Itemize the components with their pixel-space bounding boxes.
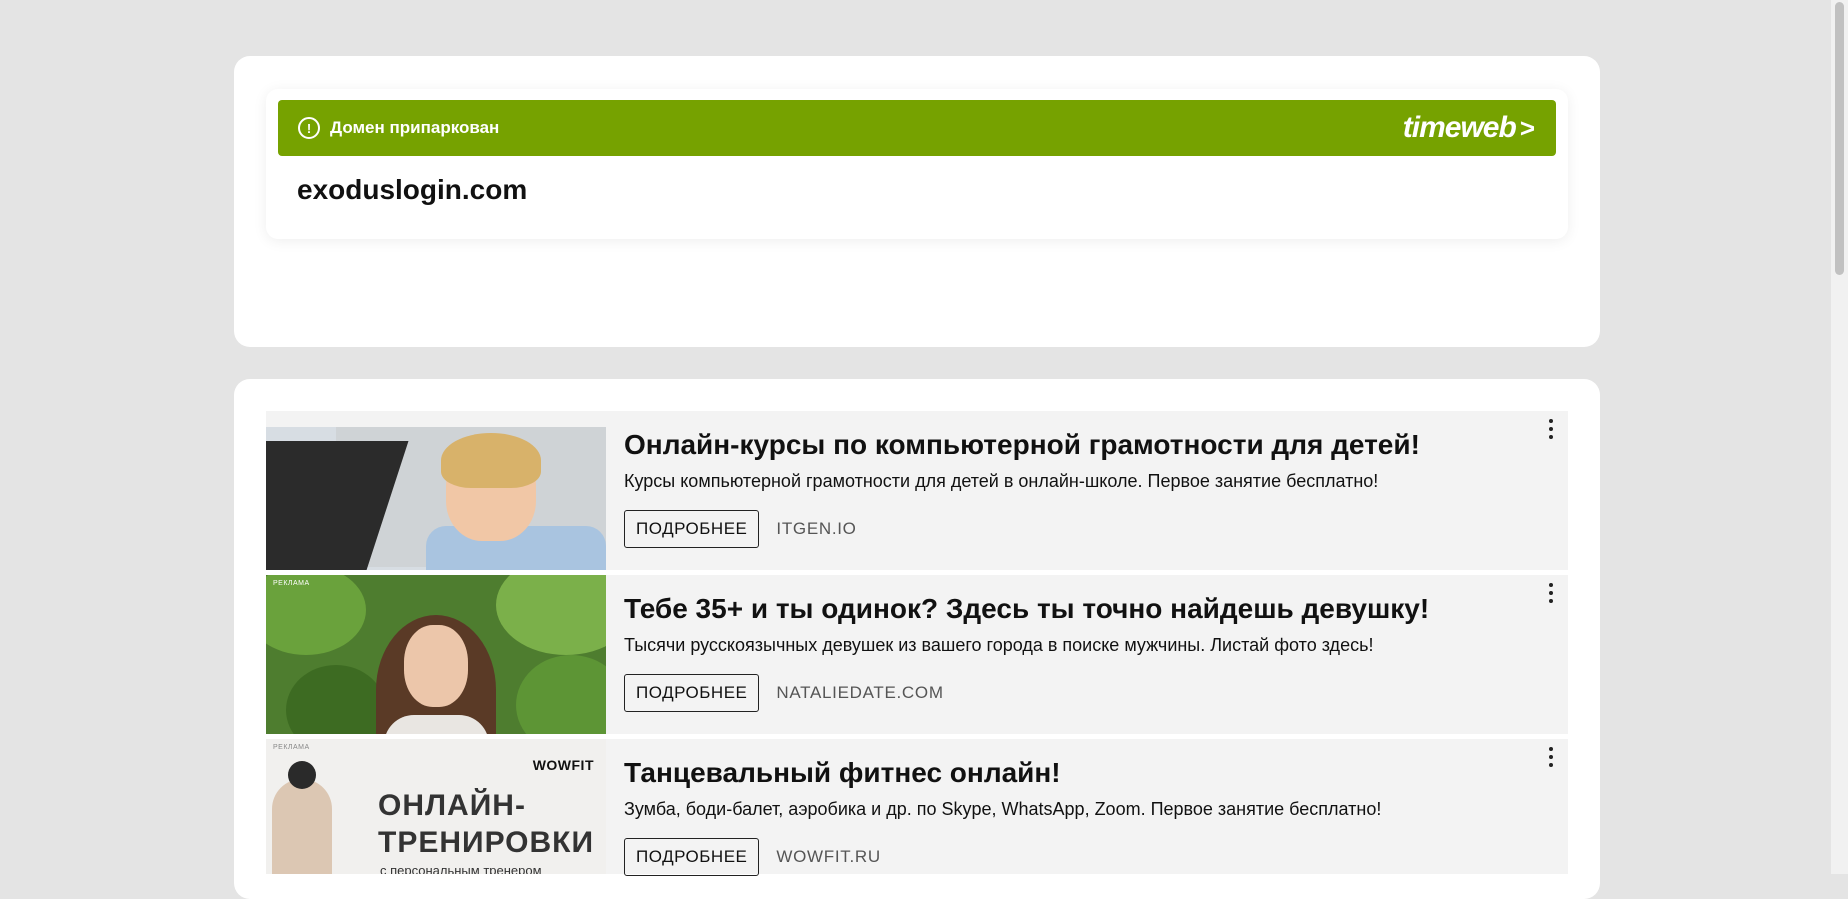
timeweb-logo-link[interactable]: timeweb > (1402, 111, 1535, 145)
ad-image[interactable]: РЕКЛАМА WOWFIT ОНЛАЙН- ТРЕНИРОВКИ с перс… (266, 739, 606, 874)
ad-item[interactable]: РЕКЛАМА Тебе 35+ и ты одинок? Здесь ты т… (266, 575, 1568, 734)
ad-actions: ПОДРОБНЕЕ ITGEN.IO (624, 510, 1568, 548)
ad-label: РЕКЛАМА (273, 580, 310, 587)
image-headline-text: ОНЛАЙН- ТРЕНИРОВКИ (378, 789, 595, 859)
domain-name: exoduslogin.com (297, 174, 528, 205)
image-person (272, 779, 332, 874)
wowfit-logo: WOWFIT (532, 757, 594, 773)
more-options-icon[interactable] (1546, 419, 1556, 439)
ad-site[interactable]: NATALIEDATE.COM (776, 683, 943, 703)
more-options-icon[interactable] (1546, 583, 1556, 603)
image-hair (288, 761, 316, 789)
image-top-strip (266, 411, 606, 427)
chevron-right-icon: > (1519, 112, 1535, 143)
ad-description: Тысячи русскоязычных девушек из вашего г… (624, 635, 1374, 655)
image-headline: ОНЛАЙН- ТРЕНИРОВКИ (378, 787, 594, 861)
more-button[interactable]: ПОДРОБНЕЕ (624, 674, 760, 712)
ad-actions: ПОДРОБНЕЕ WOWFIT.RU (624, 838, 1568, 876)
more-options-icon[interactable] (1546, 747, 1556, 767)
timeweb-logo-text: timeweb (1402, 111, 1517, 144)
image-face (404, 625, 468, 707)
parking-banner: ! Домен припаркован timeweb > (278, 100, 1556, 156)
vertical-scrollbar[interactable] (1831, 0, 1848, 874)
image-top (384, 715, 489, 734)
image-hair (441, 433, 541, 488)
image-subline: с персональным тренером (380, 863, 542, 874)
scrollbar-thumb[interactable] (1835, 2, 1844, 275)
ad-site[interactable]: ITGEN.IO (776, 519, 856, 539)
ad-item[interactable]: Онлайн-курсы по компьютерной грамотности… (266, 411, 1568, 570)
image-leaf (266, 575, 366, 655)
image-leaf (286, 665, 386, 734)
ad-image[interactable] (266, 411, 606, 570)
ad-description: Зумба, боди-балет, аэробика и др. по Sky… (624, 799, 1382, 819)
more-button[interactable]: ПОДРОБНЕЕ (624, 510, 760, 548)
more-button[interactable]: ПОДРОБНЕЕ (624, 838, 760, 876)
ad-actions: ПОДРОБНЕЕ NATALIEDATE.COM (624, 674, 1568, 712)
ad-body: Танцевальный фитнес онлайн! Зумба, боди-… (606, 739, 1568, 876)
ad-label: РЕКЛАМА (273, 744, 310, 751)
ad-site[interactable]: WOWFIT.RU (776, 847, 881, 867)
ad-title[interactable]: Тебе 35+ и ты одинок? Здесь ты точно най… (624, 593, 1568, 625)
image-leaf (516, 655, 606, 734)
ad-body: Онлайн-курсы по компьютерной грамотности… (606, 411, 1568, 570)
ad-title[interactable]: Танцевальный фитнес онлайн! (624, 757, 1568, 789)
parking-status: Домен припаркован (330, 118, 500, 137)
ad-description: Курсы компьютерной грамотности для детей… (624, 471, 1379, 491)
ad-body: Тебе 35+ и ты одинок? Здесь ты точно най… (606, 575, 1568, 734)
image-leaf (496, 575, 606, 655)
ad-image[interactable]: РЕКЛАМА (266, 575, 606, 734)
ad-item[interactable]: РЕКЛАМА WOWFIT ОНЛАЙН- ТРЕНИРОВКИ с перс… (266, 739, 1568, 876)
ad-title[interactable]: Онлайн-курсы по компьютерной грамотности… (624, 429, 1568, 461)
alert-icon: ! (298, 117, 320, 139)
